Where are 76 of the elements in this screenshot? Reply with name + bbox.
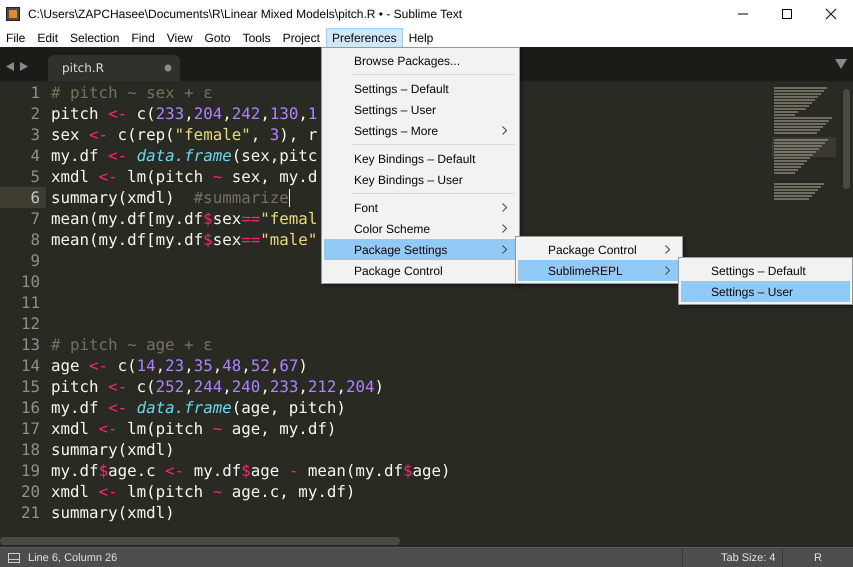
scrollbar-thumb[interactable] (842, 89, 850, 189)
menu-item[interactable]: Key Bindings – User (324, 169, 517, 190)
code-line: my.df <- data.frame(sex,pitc (51, 145, 318, 166)
menu-item[interactable]: Font (324, 197, 517, 218)
line-number: 16 (20, 397, 41, 418)
code-line: pitch <- c(252,244,240,233,212,204) (51, 376, 384, 397)
code-line: mean(my.df[my.df$sex=="femal (51, 208, 318, 229)
line-number: 10 (20, 271, 41, 292)
tab-forward-icon[interactable] (20, 62, 28, 71)
menu-item[interactable]: Package Control (518, 239, 680, 260)
line-number: 8 (29, 229, 41, 250)
menu-bar-item[interactable]: Help (402, 28, 440, 49)
code-line: sex <- c(rep("female", 3), r (51, 124, 318, 145)
menu-bar-item[interactable]: Goto (198, 28, 237, 49)
syntax-selector[interactable]: R (782, 548, 853, 567)
menu-item[interactable]: Key Bindings – Default (324, 148, 517, 169)
tab-list-icon[interactable] (835, 59, 847, 69)
menu-item[interactable]: Settings – Default (681, 260, 850, 281)
line-number: 18 (20, 439, 41, 460)
line-number: 11 (20, 292, 41, 313)
menu-item[interactable]: Package Control (324, 260, 517, 281)
scrollbar-thumb[interactable] (0, 537, 400, 545)
close-icon (825, 8, 837, 20)
line-number: 1 (29, 82, 41, 103)
maximize-icon (781, 8, 793, 20)
code-line: # pitch ~ sex + ε (51, 82, 213, 103)
line-number: 12 (20, 313, 41, 334)
menu-bar-item[interactable]: Preferences (326, 28, 403, 49)
menu-item[interactable]: Settings – User (324, 99, 517, 120)
line-number: 13 (20, 334, 41, 355)
code-line: summary(xmdl) (51, 439, 175, 460)
line-number: 19 (20, 460, 41, 481)
menu-bar-item[interactable]: Edit (31, 28, 64, 49)
code-line: xmdl <- lm(pitch ~ age, my.df) (51, 418, 336, 439)
code-line: pitch <- c(233,204,242,130,1 (51, 103, 318, 124)
menu-item[interactable]: SublimeREPL (518, 260, 680, 281)
code-line: summary(xmdl) (51, 502, 175, 523)
menu-bar-item[interactable]: File (0, 28, 32, 49)
code-line: xmdl <- lm(pitch ~ age.c, my.df) (51, 481, 356, 502)
menu-bar-item[interactable]: Find (125, 28, 161, 49)
line-number: 6 (0, 187, 46, 208)
file-tab[interactable]: pitch.R (48, 55, 180, 81)
tab-size-selector[interactable]: Tab Size: 4 (682, 548, 782, 567)
line-number: 17 (20, 418, 41, 439)
code-line: age <- c(14,23,35,48,52,67) (51, 355, 308, 376)
menu-item[interactable]: Settings – User (681, 281, 850, 302)
menu-item[interactable]: Settings – More (324, 120, 517, 141)
code-line: summary(xmdl) #summarize (51, 187, 290, 208)
tab-back-icon[interactable] (6, 62, 14, 71)
line-number: 15 (20, 376, 41, 397)
line-number: 4 (29, 145, 41, 166)
code-line: # pitch ~ age + ε (51, 334, 213, 355)
menu-bar-item[interactable]: Project (276, 28, 326, 49)
cursor-position: Line 6, Column 26 (28, 552, 118, 564)
code-line: my.df <- data.frame(age, pitch) (51, 397, 346, 418)
code-line: mean(my.df[my.df$sex=="male" (51, 229, 318, 250)
line-number: 20 (20, 481, 41, 502)
menu-item[interactable]: Color Scheme (324, 218, 517, 239)
code-line: my.df$age.c <- my.df$age - mean(my.df$age) (51, 460, 451, 481)
menu-item[interactable]: Browse Packages... (324, 50, 517, 71)
line-number: 2 (29, 103, 41, 124)
line-number: 7 (29, 208, 41, 229)
line-number: 21 (20, 502, 41, 523)
menu-bar-item[interactable]: Selection (64, 28, 126, 49)
menu-item[interactable]: Package Settings (324, 239, 517, 260)
app-icon (6, 7, 20, 21)
code-line: xmdl <- lm(pitch ~ sex, my.d (51, 166, 318, 187)
window-title: C:\Users\ZAPCHasee\Documents\R\Linear Mixed Models\pitch.R • - Sublime Text (28, 7, 464, 21)
menu-bar-item[interactable]: View (160, 28, 199, 49)
line-number: 14 (20, 355, 41, 376)
line-number: 3 (29, 124, 41, 145)
line-number: 9 (29, 250, 41, 271)
panel-toggle-icon[interactable] (8, 552, 20, 562)
menu-item[interactable]: Settings – Default (324, 78, 517, 99)
line-number: 5 (29, 166, 41, 187)
menu-bar-item[interactable]: Tools (236, 28, 277, 49)
